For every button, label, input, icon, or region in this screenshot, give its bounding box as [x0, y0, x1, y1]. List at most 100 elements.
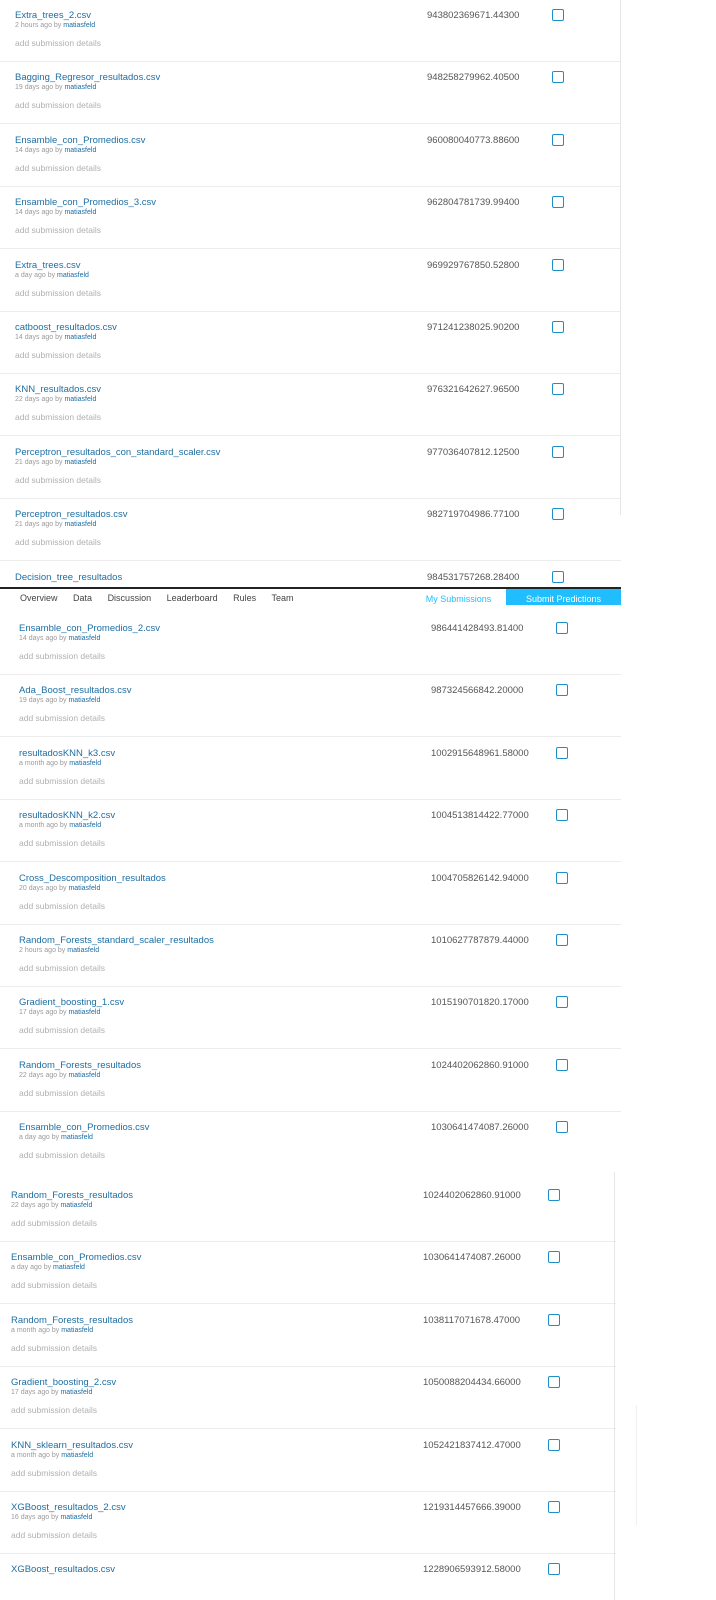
submission-file-link[interactable]: Gradient_boosting_2.csv: [11, 1377, 116, 1388]
use-for-final-score-checkbox[interactable]: [552, 508, 564, 521]
submission-file-link[interactable]: Ensamble_con_Promedios.csv: [15, 135, 145, 146]
add-submission-details-link[interactable]: add submission details: [11, 1468, 97, 1478]
use-for-final-score-checkbox[interactable]: [552, 258, 564, 271]
add-submission-details-link[interactable]: add submission details: [15, 100, 101, 110]
tab-discussion[interactable]: Discussion: [108, 593, 152, 603]
use-for-final-score-checkbox[interactable]: [556, 934, 568, 946]
submission-file-link[interactable]: Ada_Boost_resultados.csv: [19, 685, 131, 696]
use-for-final-score-checkbox[interactable]: [556, 1058, 568, 1071]
submission-user-link[interactable]: matiasfeld: [61, 1134, 93, 1141]
use-for-final-score-checkbox[interactable]: [556, 1121, 568, 1134]
submission-user-link[interactable]: matiasfeld: [68, 1072, 100, 1079]
submission-user-link[interactable]: matiasfeld: [68, 697, 100, 704]
submission-file-link[interactable]: Decision_tree_resultados: [15, 572, 122, 583]
submission-file-link[interactable]: Random_Forests_resultados: [11, 1190, 133, 1201]
submission-file-link[interactable]: catboost_resultados.csv: [15, 322, 117, 333]
add-submission-details-link[interactable]: add submission details: [11, 1218, 97, 1228]
use-for-final-score-checkbox[interactable]: [556, 684, 568, 697]
add-submission-details-link[interactable]: add submission details: [19, 1150, 105, 1160]
submission-user-link[interactable]: matiasfeld: [69, 822, 101, 829]
submission-user-link[interactable]: matiasfeld: [69, 760, 101, 767]
submission-user-link[interactable]: matiasfeld: [68, 635, 100, 642]
use-for-final-score-checkbox[interactable]: [552, 570, 564, 583]
add-submission-details-link[interactable]: add submission details: [19, 651, 105, 661]
submission-user-link[interactable]: matiasfeld: [64, 209, 96, 216]
add-submission-details-link[interactable]: add submission details: [19, 776, 105, 786]
add-submission-details-link[interactable]: add submission details: [15, 163, 101, 173]
use-for-final-score-checkbox[interactable]: [548, 1563, 560, 1576]
submission-file-link[interactable]: resultadosKNN_k3.csv: [19, 748, 115, 759]
add-submission-details-link[interactable]: add submission details: [15, 412, 101, 422]
use-for-final-score-checkbox[interactable]: [548, 1189, 560, 1201]
use-for-final-score-checkbox[interactable]: [552, 71, 564, 84]
add-submission-details-link[interactable]: add submission details: [15, 288, 101, 298]
submission-user-link[interactable]: matiasfeld: [64, 147, 96, 154]
use-for-final-score-checkbox[interactable]: [548, 1313, 560, 1326]
submission-file-link[interactable]: resultadosKNN_k2.csv: [19, 810, 115, 821]
use-for-final-score-checkbox[interactable]: [552, 321, 564, 333]
add-submission-details-link[interactable]: add submission details: [15, 38, 101, 48]
submission-user-link[interactable]: matiasfeld: [68, 1009, 100, 1016]
submission-file-link[interactable]: Extra_trees_2.csv: [15, 10, 91, 21]
submission-file-link[interactable]: Ensamble_con_Promedios.csv: [11, 1252, 141, 1263]
submission-file-link[interactable]: Bagging_Regresor_resultados.csv: [15, 72, 160, 83]
submission-user-link[interactable]: matiasfeld: [60, 1514, 92, 1521]
submission-file-link[interactable]: Cross_Descomposition_resultados: [19, 873, 166, 884]
use-for-final-score-checkbox[interactable]: [556, 622, 568, 634]
submission-user-link[interactable]: matiasfeld: [64, 396, 96, 403]
submission-user-link[interactable]: matiasfeld: [53, 1264, 85, 1271]
submission-user-link[interactable]: matiasfeld: [60, 1389, 92, 1396]
submission-file-link[interactable]: Ensamble_con_Promedios.csv: [19, 1122, 149, 1133]
submission-file-link[interactable]: Ensamble_con_Promedios_3.csv: [15, 197, 156, 208]
submission-user-link[interactable]: matiasfeld: [61, 1327, 93, 1334]
submission-file-link[interactable]: XGBoost_resultados.csv: [11, 1564, 115, 1575]
submission-user-link[interactable]: matiasfeld: [60, 1202, 92, 1209]
add-submission-details-link[interactable]: add submission details: [19, 713, 105, 723]
use-for-final-score-checkbox[interactable]: [548, 1251, 560, 1264]
use-for-final-score-checkbox[interactable]: [548, 1438, 560, 1451]
add-submission-details-link[interactable]: add submission details: [19, 963, 105, 973]
submission-user-link[interactable]: matiasfeld: [68, 885, 100, 892]
submission-user-link[interactable]: matiasfeld: [61, 1452, 93, 1459]
submission-file-link[interactable]: Extra_trees.csv: [15, 260, 80, 271]
submission-user-link[interactable]: matiasfeld: [64, 334, 96, 341]
tab-rules[interactable]: Rules: [233, 593, 256, 603]
use-for-final-score-checkbox[interactable]: [552, 9, 564, 21]
use-for-final-score-checkbox[interactable]: [552, 445, 564, 458]
submission-file-link[interactable]: KNN_sklearn_resultados.csv: [11, 1440, 133, 1451]
submission-file-link[interactable]: Ensamble_con_Promedios_2.csv: [19, 623, 160, 634]
submission-user-link[interactable]: matiasfeld: [67, 947, 99, 954]
submission-file-link[interactable]: XGBoost_resultados_2.csv: [11, 1502, 126, 1513]
submission-user-link[interactable]: matiasfeld: [64, 84, 96, 91]
add-submission-details-link[interactable]: add submission details: [15, 537, 101, 547]
add-submission-details-link[interactable]: add submission details: [15, 350, 101, 360]
add-submission-details-link[interactable]: add submission details: [19, 1025, 105, 1035]
submission-file-link[interactable]: Random_Forests_resultados: [19, 1060, 141, 1071]
submission-file-link[interactable]: Random_Forests_resultados: [11, 1315, 133, 1326]
add-submission-details-link[interactable]: add submission details: [19, 838, 105, 848]
use-for-final-score-checkbox[interactable]: [552, 383, 564, 396]
use-for-final-score-checkbox[interactable]: [556, 809, 568, 822]
use-for-final-score-checkbox[interactable]: [552, 196, 564, 209]
submission-file-link[interactable]: Random_Forests_standard_scaler_resultado…: [19, 935, 214, 946]
use-for-final-score-checkbox[interactable]: [548, 1501, 560, 1513]
tab-overview[interactable]: Overview: [20, 593, 58, 603]
submission-file-link[interactable]: Gradient_boosting_1.csv: [19, 997, 124, 1008]
use-for-final-score-checkbox[interactable]: [548, 1376, 560, 1389]
add-submission-details-link[interactable]: add submission details: [15, 225, 101, 235]
submission-file-link[interactable]: KNN_resultados.csv: [15, 384, 101, 395]
add-submission-details-link[interactable]: add submission details: [11, 1343, 97, 1353]
submission-user-link[interactable]: matiasfeld: [63, 22, 95, 29]
submission-file-link[interactable]: Perceptron_resultados.csv: [15, 509, 127, 520]
add-submission-details-link[interactable]: add submission details: [19, 901, 105, 911]
add-submission-details-link[interactable]: add submission details: [11, 1280, 97, 1290]
submission-user-link[interactable]: matiasfeld: [64, 521, 96, 528]
submission-file-link[interactable]: Perceptron_resultados_con_standard_scale…: [15, 447, 220, 458]
tab-data[interactable]: Data: [73, 593, 92, 603]
tab-team[interactable]: Team: [272, 593, 294, 603]
tab-leaderboard[interactable]: Leaderboard: [167, 593, 218, 603]
add-submission-details-link[interactable]: add submission details: [19, 1088, 105, 1098]
use-for-final-score-checkbox[interactable]: [552, 133, 564, 146]
submission-user-link[interactable]: matiasfeld: [57, 272, 89, 279]
use-for-final-score-checkbox[interactable]: [556, 871, 568, 884]
